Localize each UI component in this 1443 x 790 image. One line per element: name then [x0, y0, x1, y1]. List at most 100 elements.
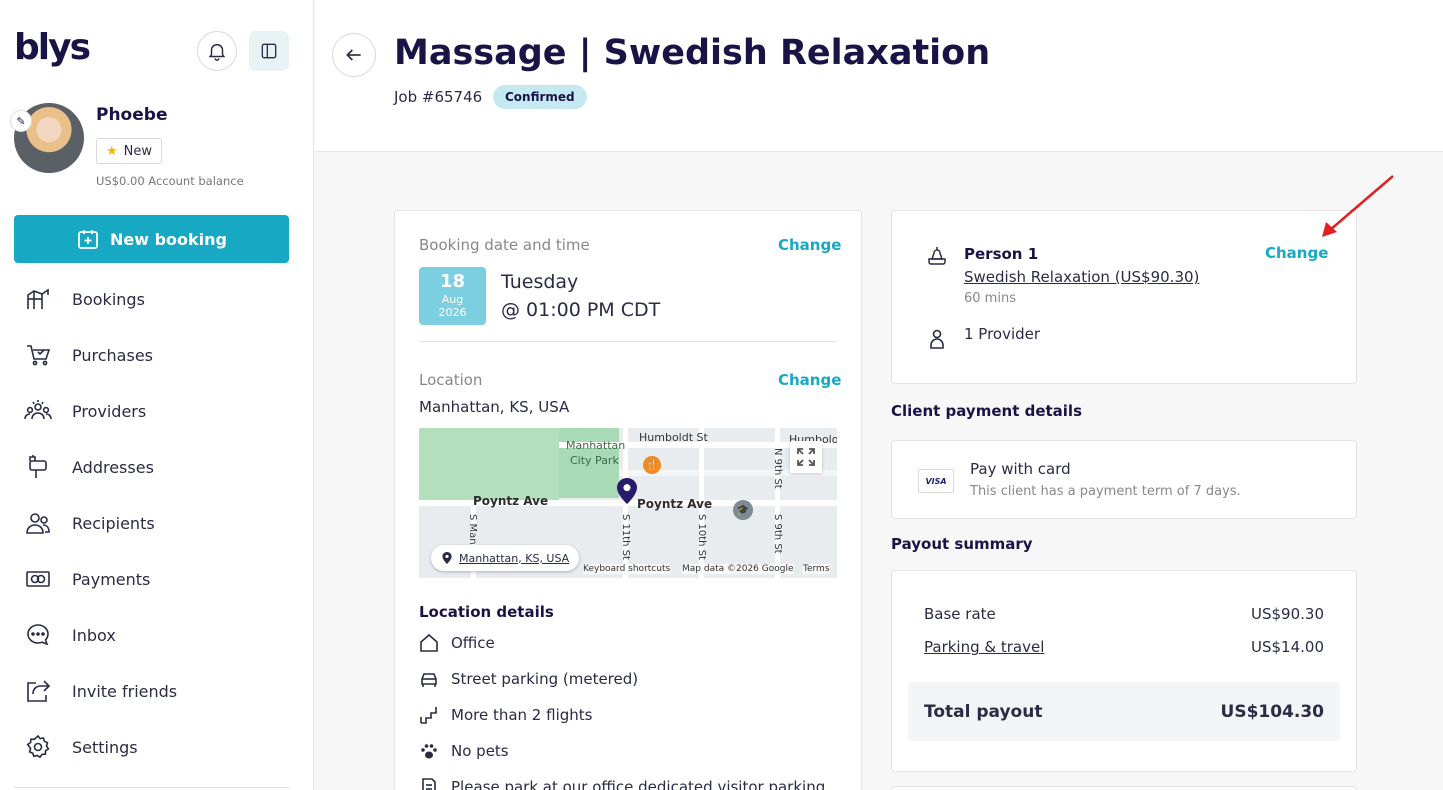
new-booking-button[interactable]: New booking [14, 215, 289, 263]
map-data-attribution: Map data ©2026 Google [682, 564, 794, 574]
payout-summary-title: Payout summary [891, 535, 1033, 553]
sidebar-item-label: Addresses [72, 457, 154, 477]
location-details-title: Location details [419, 603, 554, 621]
chat-icon [27, 624, 49, 646]
page-header: Massage | Swedish Relaxation Job #65746 … [315, 0, 1443, 152]
detail-row-location-type: Office [419, 631, 495, 655]
star-icon: ★ [106, 143, 118, 159]
map-park-label: Manhattan [566, 439, 626, 452]
detail-label: Office [451, 634, 495, 652]
expand-icon [797, 448, 815, 466]
next-card [891, 786, 1357, 790]
paw-icon [421, 744, 437, 759]
map-street-label: S 9th St [772, 514, 783, 554]
sidebar-item-recipients[interactable]: Recipients [0, 495, 314, 551]
sidebar-item-payments[interactable]: Payments [0, 551, 314, 607]
user-name: Phoebe [96, 105, 168, 125]
sidebar-item-inbox[interactable]: Inbox [0, 607, 314, 663]
school-marker-icon[interactable]: 🎓 [733, 500, 753, 520]
service-link[interactable]: Swedish Relaxation (US$90.30) [964, 268, 1199, 286]
payments-icon [26, 571, 50, 587]
base-rate-value: US$90.30 [1251, 605, 1324, 623]
notifications-button[interactable] [197, 31, 237, 71]
date-day: 18 [439, 271, 466, 292]
toggle-sidebar-button[interactable] [249, 31, 289, 71]
cart-icon [27, 345, 51, 366]
calendar-plus-icon [78, 230, 98, 249]
sidebar-item-purchases[interactable]: Purchases [0, 327, 314, 383]
sidebar-item-label: Invite friends [72, 681, 178, 701]
detail-label: More than 2 flights [451, 706, 593, 724]
provider-count: 1 Provider [964, 325, 1041, 343]
change-date-link[interactable]: Change [778, 236, 841, 254]
account-balance: US$0.00 Account balance [96, 174, 244, 188]
restaurant-marker-icon[interactable]: 🍴 [643, 456, 661, 474]
pencil-icon: ✎ [16, 114, 26, 128]
total-payout-label: Total payout [924, 701, 1043, 722]
visa-card-icon: VISA [918, 469, 954, 493]
sidebar-panel-icon [261, 43, 277, 59]
sidebar-item-providers[interactable]: Providers [0, 383, 314, 439]
total-payout-value: US$104.30 [1220, 701, 1324, 722]
badge-label: New [123, 143, 153, 159]
mailbox-icon [29, 455, 47, 478]
payout-summary-card: Base rate US$90.30 Parking & travel US$1… [891, 570, 1357, 772]
sidebar-item-addresses[interactable]: Addresses [0, 439, 314, 495]
payment-method: Pay with card [970, 460, 1071, 478]
payment-terms: This client has a payment term of 7 days… [970, 484, 1241, 499]
sidebar-item-label: Bookings [72, 289, 145, 309]
sidebar-item-bookings[interactable]: Bookings [0, 271, 314, 327]
car-icon [421, 673, 437, 687]
base-rate-row: Base rate US$90.30 [924, 605, 1324, 623]
booking-date-label: Booking date and time [419, 236, 590, 254]
map-terms-link[interactable]: Terms [803, 564, 830, 574]
change-location-link[interactable]: Change [778, 371, 841, 389]
detail-label: Please park at our office dedicated visi… [451, 778, 826, 790]
booking-details-card: Booking date and time Change 18 Aug 2026… [394, 210, 862, 790]
stairs-icon [420, 707, 437, 724]
sidebar-divider [14, 787, 289, 788]
date-month: Aug [441, 293, 464, 306]
map-fullscreen-button[interactable] [790, 441, 822, 473]
house-icon [420, 633, 438, 652]
recipients-icon [26, 513, 50, 534]
bell-icon [208, 43, 226, 61]
location-map[interactable]: Manhattan City Park Humboldt St Humbolo … [419, 428, 837, 578]
sidebar-item-label: Providers [72, 401, 147, 421]
map-address-chip[interactable]: Manhattan, KS, USA [431, 545, 580, 571]
detail-label: No pets [451, 742, 509, 760]
person-title: Person 1 [964, 245, 1039, 263]
sidebar-item-invite-friends[interactable]: Invite friends [0, 663, 314, 719]
date-tile: 18 Aug 2026 [419, 267, 486, 325]
booking-time: @ 01:00 PM CDT [501, 299, 661, 321]
annotation-arrow-icon [1322, 175, 1394, 237]
sidebar: blys ✎ Phoebe ★ New US$0.00 Account bala… [0, 0, 314, 790]
date-year: 2026 [438, 306, 467, 319]
location-pin-icon [617, 478, 637, 504]
map-park-area [419, 428, 559, 504]
map-street-label: N 9th St [772, 448, 783, 489]
detail-row-pets: No pets [419, 739, 509, 763]
gear-icon [26, 734, 50, 759]
map-marker-icon [442, 552, 452, 564]
detail-label: Street parking (metered) [451, 670, 639, 688]
sidebar-item-label: Payments [72, 569, 151, 589]
user-rating-badge: ★ New [96, 138, 163, 164]
share-icon [27, 680, 51, 702]
provider-icon [930, 329, 944, 349]
person-card: Person 1 Swedish Relaxation (US$90.30) 6… [891, 210, 1357, 384]
map-keyboard-shortcuts-link[interactable]: Keyboard shortcuts [583, 564, 671, 574]
note-icon [422, 778, 436, 790]
map-street-label: S 10th St [696, 514, 707, 560]
sidebar-item-settings[interactable]: Settings [0, 719, 314, 775]
parking-travel-row: Parking & travel US$14.00 [924, 638, 1324, 656]
sidebar-item-label: Recipients [72, 513, 155, 533]
parking-travel-link[interactable]: Parking & travel [924, 638, 1044, 656]
blys-logo[interactable]: blys [14, 27, 91, 68]
booking-weekday: Tuesday [501, 271, 579, 293]
massage-oil-icon [928, 247, 946, 265]
edit-avatar-button[interactable]: ✎ [10, 110, 32, 132]
detail-row-notes: Please park at our office dedicated visi… [419, 775, 825, 790]
back-button[interactable] [332, 33, 376, 77]
bookings-icon [27, 288, 49, 309]
